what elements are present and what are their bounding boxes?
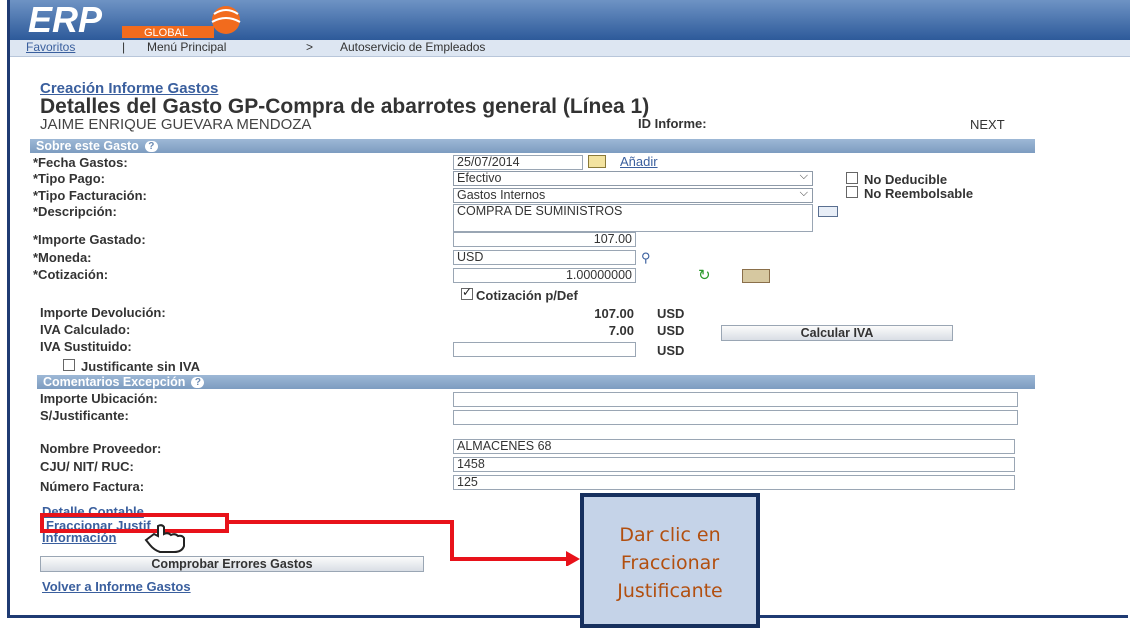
moneda-input[interactable]: USD [453,250,636,265]
section-comentarios-title: Comentarios Excepción [43,375,186,389]
calculator-icon[interactable] [742,269,770,283]
help-icon[interactable]: ? [144,141,158,153]
devolucion-currency: USD [657,306,685,321]
callout-line-2: Fraccionar [620,552,720,574]
importe-ubic-label: Importe Ubicación: [40,391,158,406]
tipo-pago-label: *Tipo Pago: [33,171,105,186]
no-deducible-checkbox[interactable] [846,172,858,184]
callout-line-1: Dar clic en [619,524,721,546]
calcular-iva-button[interactable]: Calcular IVA [721,325,953,341]
section-sobre-gasto-title: Sobre este Gasto [36,139,139,153]
cotizacion-def-label: Cotización p/Def [476,288,578,303]
logo-text: ERP [28,2,103,38]
callout-box: Dar clic en Fraccionar Justificante [580,493,760,628]
section-sobre-gasto: Sobre este Gasto? [30,139,1035,153]
callout-line-3: Justificante [617,580,723,602]
no-reembolsable-checkbox[interactable] [846,186,858,198]
chevron-down-icon: ⌵ [799,170,808,182]
sjustificante-input[interactable] [453,410,1018,425]
red-arrow [228,520,580,566]
iva-sust-currency: USD [657,343,685,358]
menu-bar: Favoritos | Menú Principal > Autoservici… [10,40,1130,57]
logo-subtext: GLOBAL [144,27,188,38]
cju-input[interactable]: 1458 [453,457,1015,472]
fecha-input[interactable]: 25/07/2014 [453,155,583,170]
factura-label: Número Factura: [40,479,145,494]
importe-input[interactable]: 107.00 [453,232,636,247]
no-deducible-label: No Deducible [864,172,948,187]
top-banner: ERP GLOBAL [10,0,1130,40]
no-reembolsable-label: No Reembolsable [864,186,974,201]
justificante-sin-iva-checkbox[interactable] [63,359,75,371]
hand-cursor-icon [144,524,185,553]
anadir-link[interactable]: Añadir [620,154,658,169]
tipo-fact-value: Gastos Internos [457,188,546,202]
fecha-label: *Fecha Gastos: [33,155,128,170]
menu-favoritos[interactable]: Favoritos [26,40,75,54]
expand-textarea-icon[interactable] [818,206,838,217]
cju-label: CJU/ NIT/ RUC: [40,459,134,474]
menu-separator-2: > [306,40,314,54]
id-informe-label: ID Informe: [638,116,707,131]
calendar-icon[interactable] [588,155,606,168]
section-comentarios: Comentarios Excepción? [37,375,1035,389]
menu-principal[interactable]: Menú Principal [147,40,226,54]
volver-link[interactable]: Volver a Informe Gastos [42,579,191,594]
descripcion-textarea[interactable]: COMPRA DE SUMINISTROS [453,204,813,232]
refresh-icon[interactable]: ↻ [698,266,711,284]
tipo-pago-value: Efectivo [457,171,502,185]
search-icon[interactable]: ⚲ [641,250,651,266]
employee-name: JAIME ENRIQUE GUEVARA MENDOZA [40,116,312,133]
help-icon[interactable]: ? [191,377,205,389]
erp-global-logo: ERP GLOBAL [28,2,241,38]
factura-input[interactable]: 125 [453,475,1015,490]
importe-ubic-input[interactable] [453,392,1018,407]
iva-calc-currency: USD [657,323,685,338]
iva-sust-input[interactable] [453,342,636,357]
iva-calc-label: IVA Calculado: [40,322,131,337]
highlight-box [40,513,229,533]
iva-sust-label: IVA Sustituido: [40,339,132,354]
iva-calc-value: 7.00 [608,323,634,338]
chevron-down-icon: ⌵ [799,187,808,199]
tipo-fact-label: *Tipo Facturación: [33,188,147,203]
cotizacion-def-checkbox[interactable]: ✓ [461,285,473,300]
tipo-pago-select[interactable]: Efectivo ⌵ [453,170,813,186]
devolucion-label: Importe Devolución: [40,305,166,320]
proveedor-label: Nombre Proveedor: [40,441,162,456]
importe-label: *Importe Gastado: [33,232,146,247]
menu-autoservicio[interactable]: Autoservicio de Empleados [340,40,485,54]
moneda-label: *Moneda: [33,250,92,265]
descripcion-label: *Descripción: [33,204,117,219]
devolucion-value: 107.00 [594,306,634,321]
justificante-sin-iva-label: Justificante sin IVA [81,359,200,374]
proveedor-input[interactable]: ALMACENES 68 [453,439,1015,454]
cotizacion-input[interactable]: 1.00000000 [453,268,636,283]
tipo-fact-select[interactable]: Gastos Internos ⌵ [453,187,813,203]
menu-separator-1: | [122,40,126,54]
cotizacion-label: *Cotización: [33,267,109,282]
id-informe-value: NEXT [970,117,1005,132]
sjustificante-label: S/Justificante: [40,408,129,423]
